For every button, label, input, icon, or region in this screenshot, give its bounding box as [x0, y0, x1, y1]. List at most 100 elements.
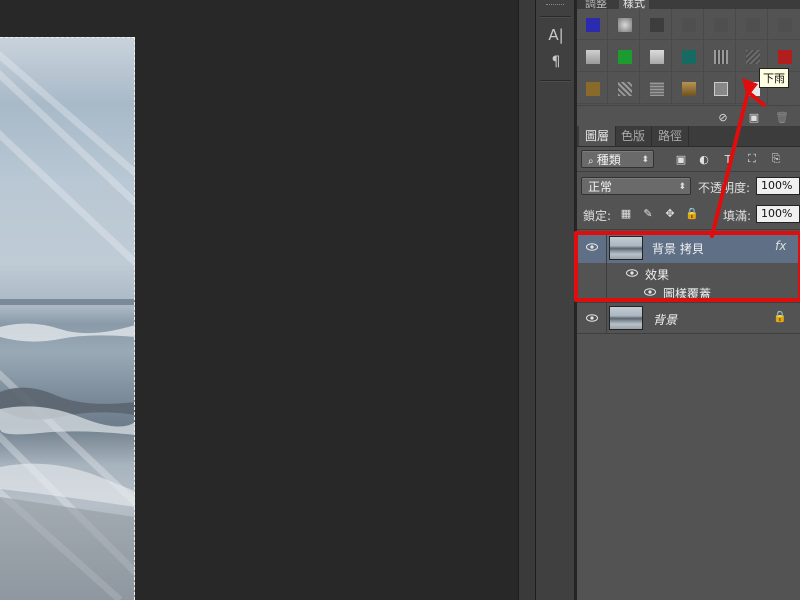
new-style-icon[interactable]: ▣ — [747, 110, 761, 124]
fx-icon[interactable]: fx — [775, 239, 786, 253]
shape-filter-icon[interactable]: ⛶ — [745, 152, 759, 166]
style-cell[interactable] — [641, 73, 672, 104]
grip-handle[interactable] — [546, 4, 564, 8]
panel-divider[interactable] — [518, 0, 536, 600]
tab-channels[interactable]: 色版 — [615, 126, 653, 146]
divider — [540, 80, 571, 82]
noise-pattern-swatch[interactable] — [650, 82, 664, 96]
framed-gray-swatch[interactable] — [714, 82, 728, 96]
paragraph-panel-icon[interactable]: ¶ — [544, 51, 568, 73]
blend-mode-select[interactable]: 正常 ⬍ — [581, 177, 691, 195]
trash-icon[interactable]: 🗑 — [775, 110, 789, 124]
divider — [577, 229, 800, 230]
tab-adjustments[interactable]: 調整 — [585, 0, 607, 9]
clear-style-icon[interactable]: ⊘ — [716, 110, 730, 124]
layer-name[interactable]: 背景 — [653, 311, 677, 328]
lock-transparency-icon[interactable]: ▦ — [619, 206, 633, 220]
divider — [606, 263, 607, 282]
eye-icon[interactable] — [585, 242, 599, 252]
style-cell[interactable] — [609, 73, 640, 104]
style-cell[interactable] — [737, 9, 768, 40]
fill-label: 填滿: — [723, 209, 752, 223]
light-gray-swatch[interactable] — [586, 50, 600, 64]
gold-swatch[interactable] — [586, 82, 600, 96]
style-cell[interactable] — [577, 41, 608, 72]
divider — [606, 282, 607, 301]
lock-all-icon[interactable]: 🔒 — [685, 206, 699, 220]
lock-position-icon[interactable]: ✥ — [663, 206, 677, 220]
effects-label: 效果 — [645, 268, 670, 282]
chevron-updown-icon: ⬍ — [678, 182, 686, 192]
style-cell[interactable] — [705, 9, 736, 40]
red-swatch[interactable] — [778, 50, 792, 64]
tab-paths[interactable]: 路徑 — [652, 126, 690, 146]
style-cell[interactable] — [673, 41, 704, 72]
type-filter-icon[interactable]: T — [721, 152, 735, 166]
fill-input[interactable]: 100% — [756, 205, 800, 223]
character-panel-icon[interactable]: A| — [544, 24, 568, 46]
beach-photo[interactable] — [0, 37, 135, 600]
silver-swatch[interactable] — [650, 50, 664, 64]
white-swatch[interactable] — [746, 82, 760, 96]
image-filter-icon[interactable]: ▣ — [674, 152, 688, 166]
divider — [606, 303, 607, 333]
divider — [577, 171, 800, 172]
style-cell[interactable] — [609, 41, 640, 72]
divider — [540, 16, 571, 18]
eye-icon[interactable] — [625, 268, 639, 278]
lock-fill-row: 鎖定: ▦ ✎ ✥ 🔒 填滿: 100% — [577, 201, 800, 227]
layers-list: 背景 拷貝 fx 效果 圖樣覆蓋 背景 🔒 — [577, 232, 800, 600]
green-swatch[interactable] — [618, 50, 632, 64]
chevron-updown-icon: ⬍ — [641, 155, 649, 165]
style-cell[interactable] — [577, 9, 608, 40]
style-cell[interactable] — [609, 9, 640, 40]
bronze-swatch[interactable] — [682, 82, 696, 96]
styles-grid — [577, 9, 800, 105]
rain-pattern-swatch[interactable] — [746, 50, 760, 64]
grid-pattern-swatch[interactable] — [714, 50, 728, 64]
empty-swatch-2[interactable] — [714, 18, 728, 32]
blend-opacity-row: 正常 ⬍ 不透明度: 100% — [577, 174, 800, 200]
adjustment-filter-icon[interactable]: ◐ — [697, 152, 711, 166]
style-cell[interactable] — [769, 9, 800, 40]
style-cell[interactable] — [577, 73, 608, 104]
layers-panel-tabs: 圖層 色版 路徑 — [577, 126, 800, 147]
empty-swatch-1[interactable] — [682, 18, 696, 32]
eye-icon[interactable] — [585, 313, 599, 323]
document-canvas[interactable] — [0, 0, 518, 600]
empty-swatch-3[interactable] — [746, 18, 760, 32]
lock-icon: 🔒 — [773, 310, 787, 323]
layer-thumbnail[interactable] — [609, 306, 643, 330]
tab-styles[interactable]: 樣式 — [619, 0, 649, 9]
eye-icon[interactable] — [643, 287, 657, 297]
divider — [577, 333, 800, 334]
texture-pattern-swatch[interactable] — [618, 82, 632, 96]
style-cell[interactable] — [705, 41, 736, 72]
effect-item-pattern-overlay[interactable]: 圖樣覆蓋 — [577, 282, 800, 301]
teal-swatch[interactable] — [682, 50, 696, 64]
style-cell[interactable] — [641, 9, 672, 40]
style-cell[interactable] — [641, 41, 672, 72]
right-panel-dock: 調整 樣式 ⊘ ▣ 🗑 下雨 圖層 色版 路徑 ⌕ 種類 ⬍ ▣ ◐ T ⛶ ⎘… — [577, 0, 800, 600]
style-cell[interactable] — [673, 9, 704, 40]
style-cell[interactable] — [705, 73, 736, 104]
dark-gray-swatch[interactable] — [650, 18, 664, 32]
layer-row-background-copy[interactable]: 背景 拷貝 fx — [577, 232, 800, 263]
blue-swatch[interactable] — [586, 18, 600, 32]
opacity-input[interactable]: 100% — [756, 177, 800, 195]
smartobject-filter-icon[interactable]: ⎘ — [769, 152, 783, 166]
divider — [606, 232, 607, 263]
tab-layers[interactable]: 圖層 — [579, 126, 617, 146]
search-icon: ⌕ — [588, 156, 597, 167]
lock-pixels-icon[interactable]: ✎ — [641, 206, 655, 220]
layer-name[interactable]: 背景 拷貝 — [652, 240, 704, 257]
layer-thumbnail[interactable] — [609, 236, 643, 260]
layer-row-background[interactable]: 背景 🔒 — [577, 303, 800, 333]
style-cell[interactable] — [673, 73, 704, 104]
gray-gradient-swatch[interactable] — [618, 18, 632, 32]
styles-panel-tabs: 調整 樣式 — [577, 0, 800, 9]
empty-swatch-4[interactable] — [778, 18, 792, 32]
opacity-label: 不透明度: — [698, 181, 751, 195]
filter-kind-select[interactable]: ⌕ 種類 ⬍ — [581, 150, 654, 168]
layer-effects-row[interactable]: 效果 — [577, 263, 800, 282]
